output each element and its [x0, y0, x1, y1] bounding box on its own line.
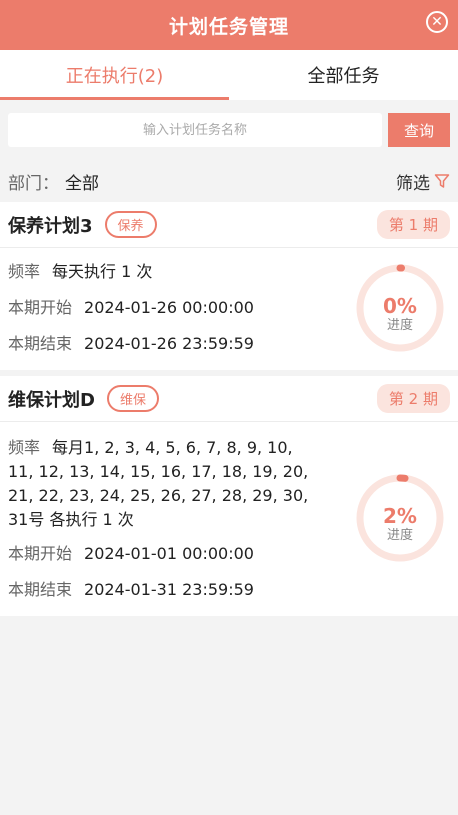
task-type-tag: 保养	[104, 211, 157, 238]
period-end-row: 本期结束 2024-01-26 23:59:59	[8, 334, 254, 353]
filter-icon	[434, 174, 450, 188]
search-input[interactable]	[8, 113, 382, 147]
period-badge: 第 1 期	[376, 210, 450, 239]
filter-label: 筛选	[396, 173, 430, 194]
task-type-tag: 维保	[106, 385, 159, 412]
progress-label: 进度	[387, 527, 413, 543]
app-header: 计划任务管理 ✕	[0, 0, 458, 50]
tab-executing[interactable]: 正在执行(2)	[0, 50, 229, 100]
task-card-header: 保养计划3 保养 第 1 期	[0, 202, 458, 248]
filter-bar: 部门： 全部 筛选	[0, 160, 458, 202]
period-badge: 第 2 期	[376, 384, 450, 413]
period-start-row: 本期开始 2024-01-26 00:00:00	[8, 298, 254, 317]
tab-all-tasks[interactable]: 全部任务	[229, 50, 458, 100]
period-end-value: 2024-01-31 23:59:59	[84, 580, 254, 599]
period-end-value: 2024-01-26 23:59:59	[84, 334, 254, 353]
task-name: 保养计划3	[8, 215, 93, 237]
progress-percent: 2%	[383, 504, 417, 528]
task-card[interactable]: 保养计划3 保养 第 1 期 频率 每天执行 1 次 本期开始 2024-01-26…	[0, 202, 458, 370]
page-title: 计划任务管理	[168, 15, 289, 38]
progress-ring: 0% 进度	[350, 254, 450, 362]
tab-bar: 正在执行(2) 全部任务	[0, 50, 458, 100]
progress-ring: 2% 进度	[350, 428, 450, 608]
search-button[interactable]: 查询	[388, 113, 450, 147]
task-card[interactable]: 维保计划D 维保 第 2 期 频率 每月1, 2, 3, 4, 5, 6, 7, …	[0, 376, 458, 616]
frequency-value: 每月1, 2, 3, 4, 5, 6, 7, 8, 9, 10, 11, 12,…	[8, 438, 309, 529]
period-end-row: 本期结束 2024-01-31 23:59:59	[8, 580, 254, 599]
period-start-value: 2024-01-01 00:00:00	[84, 544, 254, 563]
progress-percent: 0%	[383, 294, 417, 318]
period-start-value: 2024-01-26 00:00:00	[84, 298, 254, 317]
department-label: 部门：	[8, 173, 59, 194]
period-start-row: 本期开始 2024-01-01 00:00:00	[8, 544, 254, 563]
task-name: 维保计划D	[8, 389, 95, 411]
search-bar: 查询	[0, 100, 458, 160]
task-card-header: 维保计划D 维保 第 2 期	[0, 376, 458, 422]
frequency-row: 频率 每月1, 2, 3, 4, 5, 6, 7, 8, 9, 10, 11, 1…	[8, 438, 309, 529]
progress-label: 进度	[387, 317, 413, 333]
close-icon[interactable]: ✕	[426, 11, 448, 33]
department-value: 全部	[65, 173, 99, 194]
frequency-value: 每天执行 1 次	[52, 262, 153, 281]
frequency-row: 频率 每天执行 1 次	[8, 262, 153, 281]
filter-button[interactable]: 筛选	[396, 169, 450, 194]
department-selector[interactable]: 部门： 全部	[8, 169, 99, 194]
